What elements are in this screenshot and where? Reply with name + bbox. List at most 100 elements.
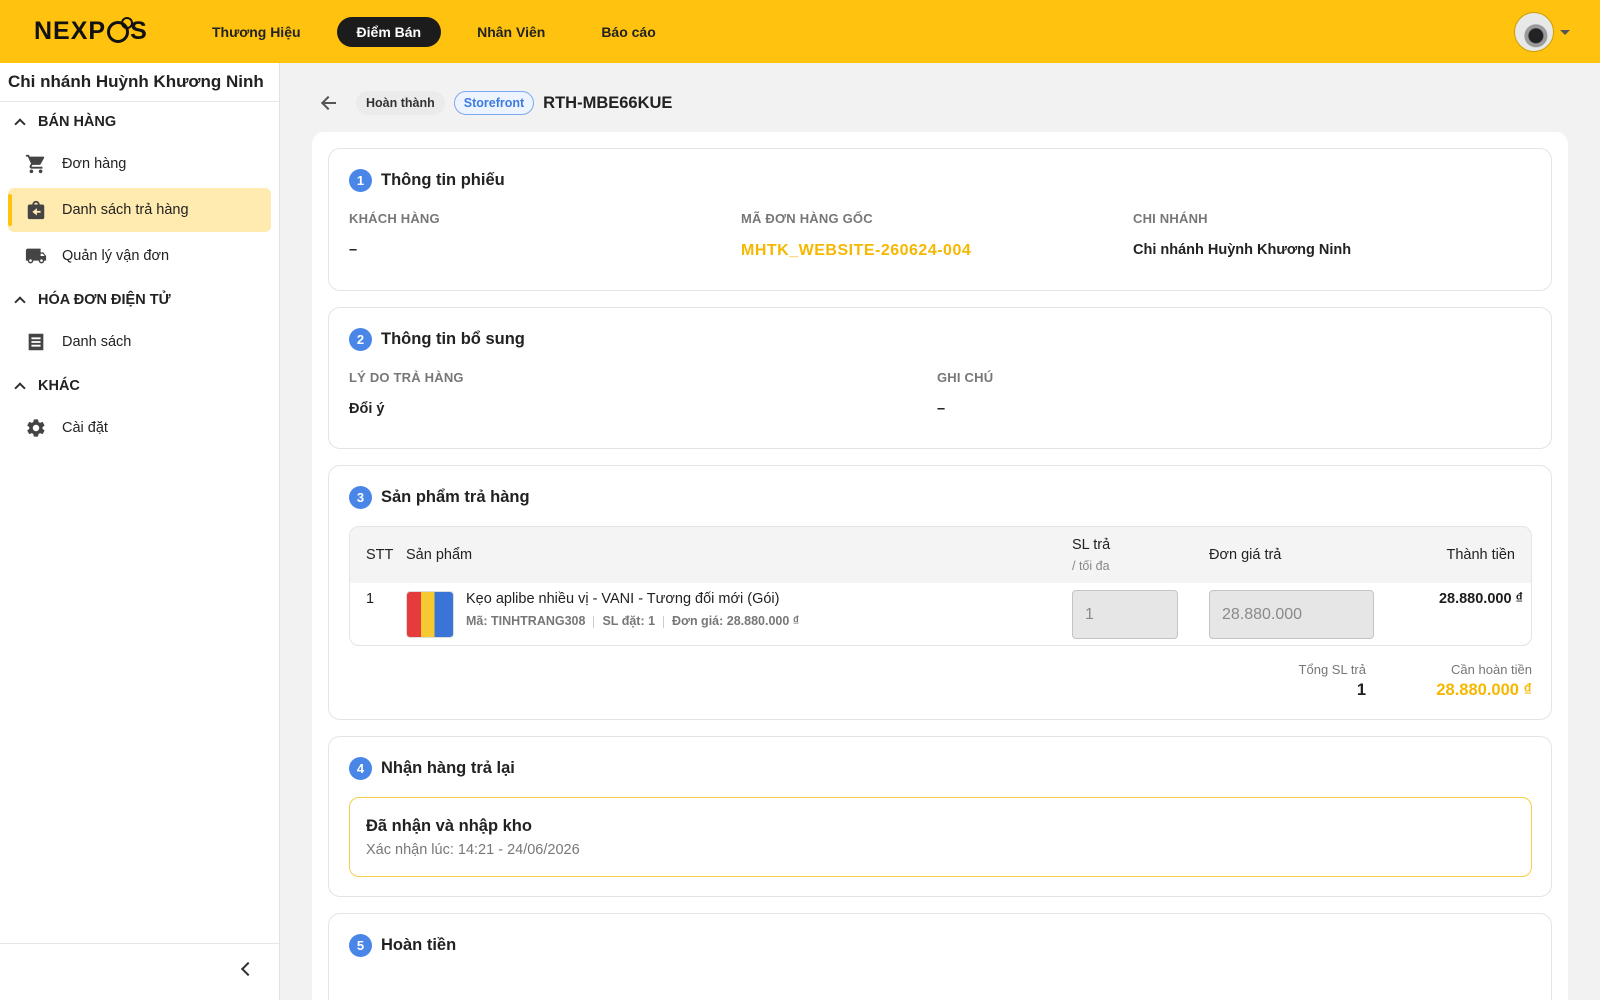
- section-title-text: Nhận hàng trả lại: [381, 759, 515, 777]
- table-header: STT Sản phẩm SL trả / tối đa Đơn giá trả…: [350, 527, 1531, 583]
- total-qty-label: Tổng SL trả: [1298, 662, 1366, 677]
- nav-nhan-vien[interactable]: Nhân Viên: [457, 17, 565, 47]
- top-bar: NEXP S Thương Hiệu Điểm Bán Nhân Viên Báo…: [0, 0, 1600, 63]
- products-table: STT Sản phẩm SL trả / tối đa Đơn giá trả…: [349, 526, 1532, 646]
- step-number: 2: [349, 328, 372, 351]
- group-label: KHÁC: [38, 378, 80, 394]
- product-ordered-qty: SL đặt: 1: [602, 614, 656, 628]
- section-title: 5 Hoàn tiền: [349, 934, 456, 957]
- section-title: 2 Thông tin bổ sung: [349, 328, 525, 351]
- received-status: Đã nhận và nhập kho: [366, 817, 532, 835]
- sidebar-item-label: Cài đặt: [62, 420, 108, 436]
- step-number: 4: [349, 757, 372, 780]
- main-nav: Thương Hiệu Điểm Bán Nhân Viên Báo cáo: [192, 16, 692, 47]
- chevron-down-icon[interactable]: [1560, 29, 1570, 35]
- field-value: –: [937, 401, 946, 417]
- row-amount: 28.880.000 ₫: [1438, 591, 1523, 607]
- branch-title: Chi nhánh Huỳnh Khương Ninh: [0, 63, 279, 102]
- sidebar-item-label: Đơn hàng: [62, 156, 127, 172]
- col-product: Sản phẩm: [406, 547, 473, 563]
- field-label: GHI CHÚ: [937, 370, 994, 385]
- sidebar: Chi nhánh Huỳnh Khương Ninh BÁN HÀNG Đơn…: [0, 63, 280, 1000]
- section-title: 1 Thông tin phiếu: [349, 169, 505, 192]
- section-title-text: Hoàn tiền: [381, 936, 457, 954]
- col-qty: SL trả: [1072, 537, 1111, 553]
- group-label: HÓA ĐƠN ĐIỆN TỬ: [38, 292, 171, 308]
- total-qty: Tổng SL trả 1: [1294, 662, 1366, 700]
- table-row: 1 Kẹo aplibe nhiều vị - VANI - Tương đối…: [350, 583, 1531, 645]
- section-title: 4 Nhận hàng trả lại: [349, 757, 515, 780]
- customer-field: KHÁCH HÀNG –: [349, 211, 440, 258]
- status-badge: Hoàn thành: [356, 91, 445, 115]
- gear-icon: [25, 417, 47, 439]
- field-value: –: [349, 242, 358, 258]
- return-bag-icon: [25, 199, 47, 221]
- total-qty-value: 1: [1356, 681, 1366, 699]
- step-number: 3: [349, 486, 372, 509]
- branch-field: CHI NHÁNH Chi nhánh Huỳnh Khương Ninh: [1133, 211, 1351, 258]
- sidebar-collapse-bar: [0, 943, 279, 1000]
- card-san-pham-tra-hang: 3 Sản phẩm trả hàng STT Sản phẩm SL trả …: [328, 465, 1552, 720]
- card-nhan-hang-tra-lai: 4 Nhận hàng trả lại Đã nhận và nhập kho …: [328, 736, 1552, 897]
- sidebar-item-don-hang[interactable]: Đơn hàng: [8, 142, 271, 186]
- field-value: Đổi ý: [349, 401, 385, 417]
- user-menu[interactable]: [1514, 12, 1570, 52]
- chevron-up-icon: [14, 382, 26, 394]
- refund-label: Cần hoàn tiền: [1451, 662, 1532, 677]
- sidebar-item-label: Quản lý vận đơn: [62, 248, 170, 264]
- sidebar-item-danh-sach-tra-hang[interactable]: Danh sách trả hàng: [8, 188, 271, 232]
- sidebar-item-danh-sach[interactable]: Danh sách: [8, 320, 271, 364]
- back-arrow-icon[interactable]: [320, 93, 340, 113]
- note-field: GHI CHÚ –: [937, 370, 993, 417]
- nav-diem-ban[interactable]: Điểm Bán: [336, 16, 442, 47]
- product-name: Kẹo aplibe nhiều vị - VANI - Tương đối m…: [466, 591, 780, 607]
- page-title: RTH-MBE66KUE: [543, 93, 673, 112]
- card-hoan-tien: 5 Hoàn tiền: [328, 913, 1552, 1000]
- reason-field: LÝ DO TRẢ HÀNG Đổi ý: [349, 370, 464, 417]
- sidebar-group-ban-hang[interactable]: BÁN HÀNG: [0, 102, 279, 142]
- main-content: Hoàn thành Storefront RTH-MBE66KUE 1 Thô…: [280, 63, 1600, 1000]
- received-confirmed-time: Xác nhận lúc: 14:21 - 24/06/2026: [366, 842, 580, 858]
- col-price: Đơn giá trả: [1209, 547, 1282, 563]
- return-qty-input[interactable]: 1: [1072, 590, 1178, 639]
- product-sku: Mã: TINHTRANG308: [466, 614, 586, 628]
- channel-badge: Storefront: [453, 91, 535, 115]
- sidebar-group-khac[interactable]: KHÁC: [0, 366, 279, 406]
- field-label: MÃ ĐƠN HÀNG GỐC: [741, 211, 873, 226]
- refund-value: 28.880.000 ₫: [1436, 681, 1532, 699]
- section-title: 3 Sản phẩm trả hàng: [349, 486, 530, 509]
- col-stt: STT: [366, 547, 394, 563]
- section-title-text: Thông tin bổ sung: [381, 330, 525, 348]
- list-icon: [25, 331, 47, 353]
- cart-icon: [25, 153, 47, 175]
- original-order-link[interactable]: MHTK_WEBSITE-260624-004: [741, 242, 971, 260]
- sidebar-item-quan-ly-van-don[interactable]: Quản lý vận đơn: [8, 234, 271, 278]
- field-label: KHÁCH HÀNG: [349, 211, 440, 226]
- page-header: Hoàn thành Storefront RTH-MBE66KUE: [320, 91, 672, 115]
- col-qty-sub: / tối đa: [1072, 559, 1110, 573]
- nav-bao-cao[interactable]: Báo cáo: [581, 17, 675, 47]
- chevron-up-icon: [14, 118, 26, 130]
- product-unit-price: Đơn giá: 28.880.000 ₫: [672, 614, 800, 628]
- step-number: 5: [349, 934, 372, 957]
- field-label: CHI NHÁNH: [1133, 211, 1208, 226]
- card-thong-tin-phieu: 1 Thông tin phiếu KHÁCH HÀNG – MÃ ĐƠN HÀ…: [328, 148, 1552, 291]
- return-price-input[interactable]: 28.880.000: [1209, 590, 1374, 639]
- product-thumbnail: [406, 591, 454, 638]
- sidebar-item-cai-dat[interactable]: Cài đặt: [8, 406, 271, 450]
- chevron-left-icon[interactable]: [240, 961, 256, 977]
- group-label: BÁN HÀNG: [38, 114, 117, 130]
- received-status-box: Đã nhận và nhập kho Xác nhận lúc: 14:21 …: [349, 797, 1532, 877]
- nav-thuong-hieu[interactable]: Thương Hiệu: [192, 17, 321, 47]
- row-stt: 1: [366, 591, 375, 607]
- col-amount: Thành tiền: [1446, 547, 1515, 563]
- nexpos-logo[interactable]: NEXP S: [34, 16, 154, 46]
- truck-icon: [25, 245, 47, 267]
- sidebar-group-hoa-don[interactable]: HÓA ĐƠN ĐIỆN TỬ: [0, 280, 279, 320]
- original-order-field: MÃ ĐƠN HÀNG GỐC MHTK_WEBSITE-260624-004: [741, 211, 971, 260]
- sidebar-item-label: Danh sách: [62, 334, 132, 350]
- field-value: Chi nhánh Huỳnh Khương Ninh: [1133, 242, 1352, 258]
- section-title-text: Sản phẩm trả hàng: [381, 488, 530, 506]
- sidebar-item-label: Danh sách trả hàng: [62, 202, 189, 218]
- avatar[interactable]: [1514, 12, 1554, 52]
